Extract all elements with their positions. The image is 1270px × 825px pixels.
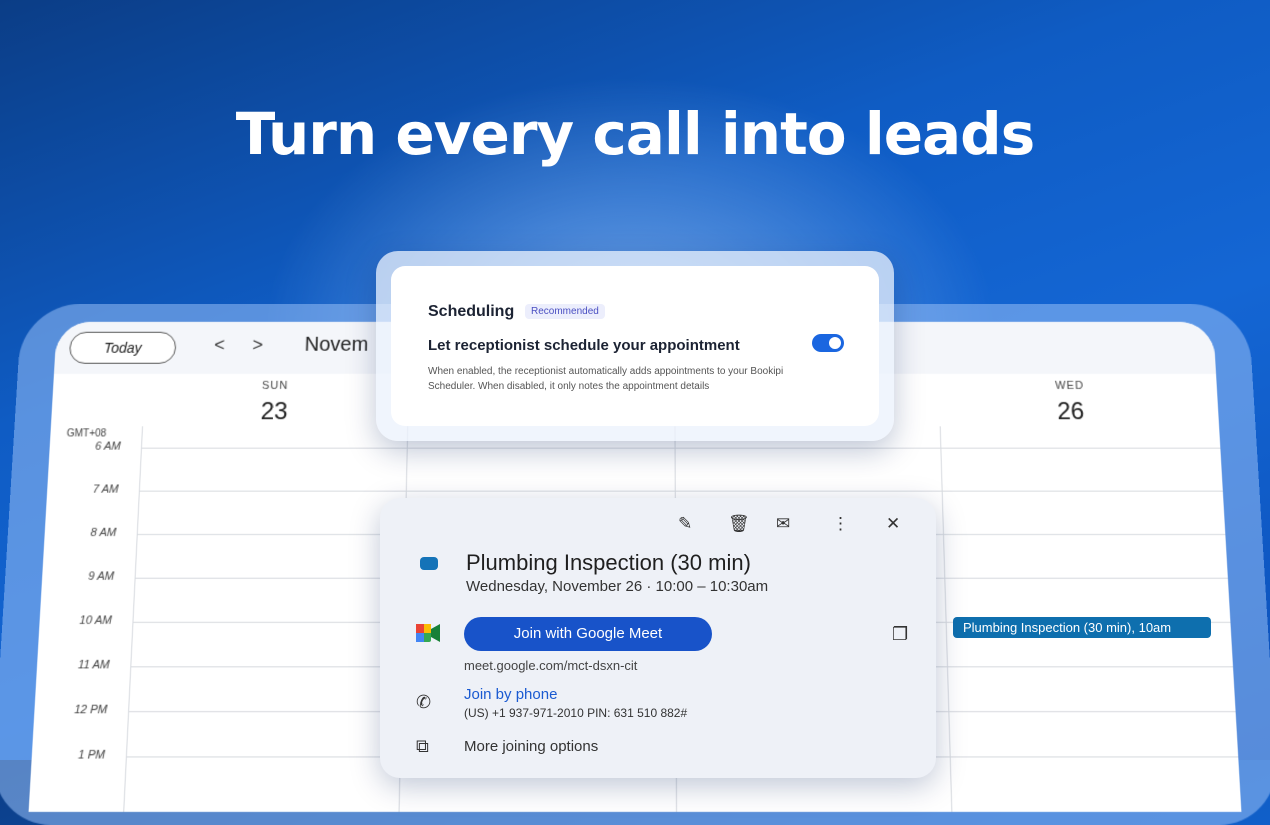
- timezone-label: GMT+08: [66, 428, 107, 440]
- day-number: 26: [1056, 397, 1085, 426]
- month-title: Novem: [304, 333, 369, 356]
- time-label: 6 AM: [94, 440, 122, 453]
- next-week-button[interactable]: >: [252, 335, 263, 356]
- day-name: WED: [1054, 379, 1085, 392]
- meet-link[interactable]: meet.google.com/mct-dsxn-cit: [464, 658, 637, 673]
- day-divider: [939, 426, 953, 812]
- edit-icon[interactable]: ✎: [678, 514, 692, 534]
- time-label: 10 AM: [79, 614, 113, 628]
- scheduling-card: Scheduling Recommended Let receptionist …: [391, 266, 879, 426]
- event-title: Plumbing Inspection (30 min): [466, 550, 751, 575]
- prev-week-button[interactable]: <: [214, 335, 225, 356]
- external-link-icon: ⧉: [416, 736, 429, 756]
- email-icon[interactable]: ✉: [776, 514, 790, 534]
- time-label: 7 AM: [92, 483, 119, 496]
- headline: Turn every call into leads: [235, 100, 1035, 168]
- scheduling-description: When enabled, the receptionist automatic…: [428, 366, 784, 392]
- schedule-toggle[interactable]: [812, 334, 844, 352]
- day-header-wed[interactable]: WED 26: [1039, 380, 1102, 426]
- event-color-icon: [420, 557, 438, 570]
- day-name: SUN: [261, 379, 289, 392]
- scheduling-title: Scheduling: [428, 303, 515, 320]
- toggle-knob: [829, 337, 841, 349]
- time-label: 8 AM: [90, 526, 117, 540]
- join-google-meet-button[interactable]: Join with Google Meet: [464, 617, 712, 651]
- hour-line: [140, 447, 1221, 449]
- time-label: 12 PM: [73, 703, 108, 717]
- scheduling-card-frame: Scheduling Recommended Let receptionist …: [376, 251, 894, 441]
- delete-icon[interactable]: 🗑: [728, 514, 750, 534]
- google-meet-icon: [416, 624, 440, 642]
- day-header-sun[interactable]: SUN 23: [243, 380, 305, 426]
- day-divider: [122, 426, 144, 812]
- day-number: 23: [260, 397, 289, 426]
- recommended-badge: Recommended: [525, 304, 605, 319]
- today-button[interactable]: Today: [68, 331, 177, 364]
- event-datetime: Wednesday, November 26 · 10:00 – 10:30am: [466, 578, 769, 595]
- calendar-event-chip[interactable]: Plumbing Inspection (30 min), 10am: [953, 617, 1211, 638]
- more-joining-options-link[interactable]: More joining options: [464, 738, 598, 755]
- close-icon[interactable]: ✕: [886, 514, 900, 534]
- more-options-icon[interactable]: ⋮: [832, 514, 849, 534]
- time-label: 11 AM: [77, 658, 110, 672]
- copy-icon[interactable]: ❐: [892, 624, 908, 645]
- time-label: 9 AM: [87, 570, 115, 583]
- hour-line: [138, 490, 1223, 492]
- join-by-phone-link[interactable]: Join by phone: [464, 686, 557, 703]
- phone-icon: ✆: [416, 692, 432, 712]
- phone-details: (US) +1 937-971-2010 PIN: 631 510 882#: [464, 706, 688, 720]
- scheduling-option-label: Let receptionist schedule your appointme…: [428, 337, 740, 354]
- event-details-popup: ✎ 🗑 ✉ ⋮ ✕ Plumbing Inspection (30 min) W…: [380, 498, 936, 778]
